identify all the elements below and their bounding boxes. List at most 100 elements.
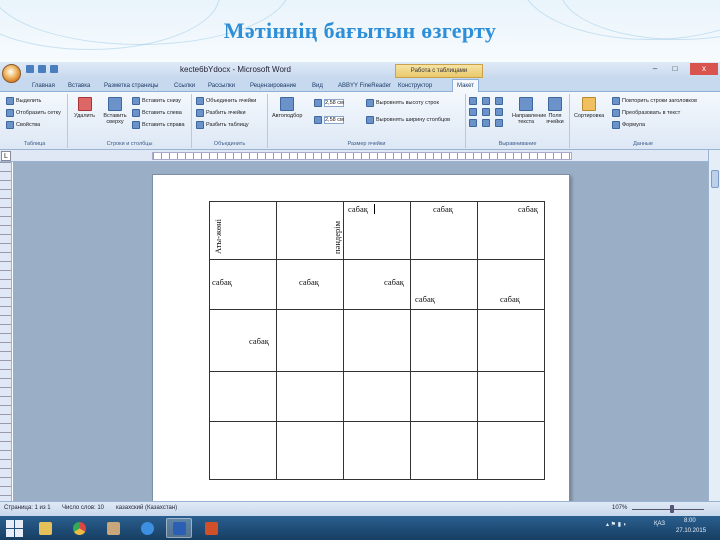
table-cell[interactable]: [209, 371, 277, 422]
table-cell[interactable]: сабақ: [343, 259, 411, 310]
align-middle-center-icon[interactable]: [482, 108, 490, 116]
group-rows-columns: Удалить Вставить сверху Вставить снизу В…: [68, 94, 192, 148]
table-cell[interactable]: [477, 309, 545, 372]
table-cell[interactable]: [276, 421, 344, 480]
zoom-slider-knob[interactable]: [670, 505, 675, 513]
delete-button[interactable]: Удалить: [74, 97, 95, 119]
explorer-taskbar-button[interactable]: [32, 518, 58, 538]
table-cell[interactable]: сабақ: [410, 201, 478, 260]
split-table-button[interactable]: Разбить таблицу: [196, 121, 249, 129]
scrollbar-thumb[interactable]: [711, 170, 719, 188]
document-title: kecte6bYdocx - Microsoft Word: [180, 65, 292, 74]
table-cell[interactable]: [477, 371, 545, 422]
table-cell[interactable]: сабақ: [209, 259, 277, 310]
clock-date[interactable]: 27.10.2015: [676, 528, 706, 534]
table-cell[interactable]: сабақ: [276, 259, 344, 310]
tab-stop-selector[interactable]: L: [1, 151, 11, 161]
repeat-header-rows-button[interactable]: Повторить строки заголовков: [612, 97, 697, 105]
close-button[interactable]: x: [690, 63, 718, 75]
align-top-left-icon[interactable]: [469, 97, 477, 105]
autofit-button[interactable]: Автоподбор: [272, 97, 302, 119]
table-cell[interactable]: сабақ: [343, 201, 411, 260]
formula-button[interactable]: Формула: [612, 121, 645, 129]
table-cell[interactable]: [410, 371, 478, 422]
maximize-button[interactable]: □: [666, 63, 684, 75]
align-top-center-icon[interactable]: [482, 97, 490, 105]
media-taskbar-button[interactable]: [100, 518, 126, 538]
table-cell[interactable]: [343, 371, 411, 422]
table-cell[interactable]: [343, 309, 411, 372]
align-bottom-left-icon[interactable]: [469, 119, 477, 127]
align-bottom-center-icon[interactable]: [482, 119, 490, 127]
table-cell[interactable]: сабақ: [249, 309, 344, 372]
input-language[interactable]: ҚАЗ: [654, 521, 665, 527]
insert-below-button[interactable]: Вставить снизу: [132, 97, 181, 105]
tab-layout[interactable]: Макет: [452, 79, 479, 92]
table-cell[interactable]: [209, 421, 277, 480]
tab-review[interactable]: Рецензирование: [250, 80, 296, 92]
tab-abbyy[interactable]: ABBYY FineReader: [338, 80, 391, 92]
tab-design[interactable]: Конструктор: [398, 80, 432, 92]
align-middle-right-icon[interactable]: [495, 108, 503, 116]
word-count[interactable]: Число слов: 10: [62, 505, 104, 511]
row-height-field[interactable]: 2,58 см: [314, 99, 344, 107]
properties-button[interactable]: Свойства: [6, 121, 40, 129]
split-cells-button[interactable]: Разбить ячейки: [196, 109, 246, 117]
group-label: Таблица: [23, 141, 46, 147]
word-icon: [172, 521, 186, 535]
insert-right-button[interactable]: Вставить справа: [132, 121, 185, 129]
zoom-slider[interactable]: [632, 509, 704, 510]
tab-page-layout[interactable]: Разметка страницы: [104, 80, 158, 92]
redo-icon[interactable]: [50, 65, 58, 73]
clock-time[interactable]: 8:00: [684, 518, 696, 524]
vertical-scrollbar[interactable]: [708, 150, 720, 501]
document-table[interactable]: Аты-жөні пәндерім сабақ сабақ сабақ саба…: [209, 201, 545, 480]
tray-icons[interactable]: ▴ ⚑ ▮ ◖: [606, 521, 626, 528]
table-cell[interactable]: сабақ: [477, 259, 545, 310]
ie-taskbar-button[interactable]: [134, 518, 160, 538]
tab-view[interactable]: Вид: [312, 80, 323, 92]
insert-left-button[interactable]: Вставить слева: [132, 109, 182, 117]
align-top-right-icon[interactable]: [495, 97, 503, 105]
column-width-field[interactable]: 2,58 см: [314, 116, 344, 124]
windows-logo-pane: [6, 520, 14, 528]
tab-home[interactable]: Главная: [32, 80, 55, 92]
select-button[interactable]: Выделить: [6, 97, 41, 105]
table-cell[interactable]: [343, 421, 411, 480]
table-cell[interactable]: сабақ: [477, 201, 545, 260]
powerpoint-taskbar-button[interactable]: [198, 518, 224, 538]
table-cell[interactable]: [477, 421, 545, 480]
word-taskbar-button[interactable]: [166, 518, 192, 538]
align-bottom-right-icon[interactable]: [495, 119, 503, 127]
tab-mailings[interactable]: Рассылки: [208, 80, 235, 92]
table-cell[interactable]: [410, 421, 478, 480]
vertical-ruler[interactable]: [0, 162, 12, 502]
show-gridlines-button[interactable]: Отобразить сетку: [6, 109, 61, 117]
horizontal-ruler[interactable]: [0, 150, 720, 162]
align-middle-left-icon[interactable]: [469, 108, 477, 116]
distribute-rows-button[interactable]: Выровнять высоту строк: [366, 99, 439, 107]
table-cell[interactable]: [276, 371, 344, 422]
convert-to-text-button[interactable]: Преобразовать в текст: [612, 109, 680, 117]
text-direction-button[interactable]: Направление текста: [512, 97, 546, 125]
tab-insert[interactable]: Вставка: [68, 80, 90, 92]
zoom-level[interactable]: 107%: [612, 505, 627, 511]
cell-margins-button[interactable]: Поля ячейки: [544, 97, 566, 125]
merge-cells-button[interactable]: Объединить ячейки: [196, 97, 256, 105]
table-cell[interactable]: сабақ: [410, 259, 478, 310]
office-button[interactable]: [2, 64, 21, 83]
page-count[interactable]: Страница: 1 из 1: [4, 505, 51, 511]
undo-icon[interactable]: [38, 65, 46, 73]
start-button[interactable]: [4, 518, 24, 538]
table-cell[interactable]: [410, 309, 478, 372]
table-cell[interactable]: Аты-жөні: [209, 201, 277, 260]
language-indicator[interactable]: казахский (Казахстан): [116, 505, 177, 511]
table-cell[interactable]: пәндерім: [276, 201, 344, 260]
sort-button[interactable]: Сортировка: [574, 97, 604, 119]
minimize-button[interactable]: –: [646, 63, 664, 75]
distribute-columns-button[interactable]: Выровнять ширину столбцов: [366, 116, 450, 124]
insert-above-button[interactable]: Вставить сверху: [102, 97, 128, 125]
tab-references[interactable]: Ссылки: [174, 80, 195, 92]
chrome-taskbar-button[interactable]: [66, 518, 92, 538]
save-icon[interactable]: [26, 65, 34, 73]
